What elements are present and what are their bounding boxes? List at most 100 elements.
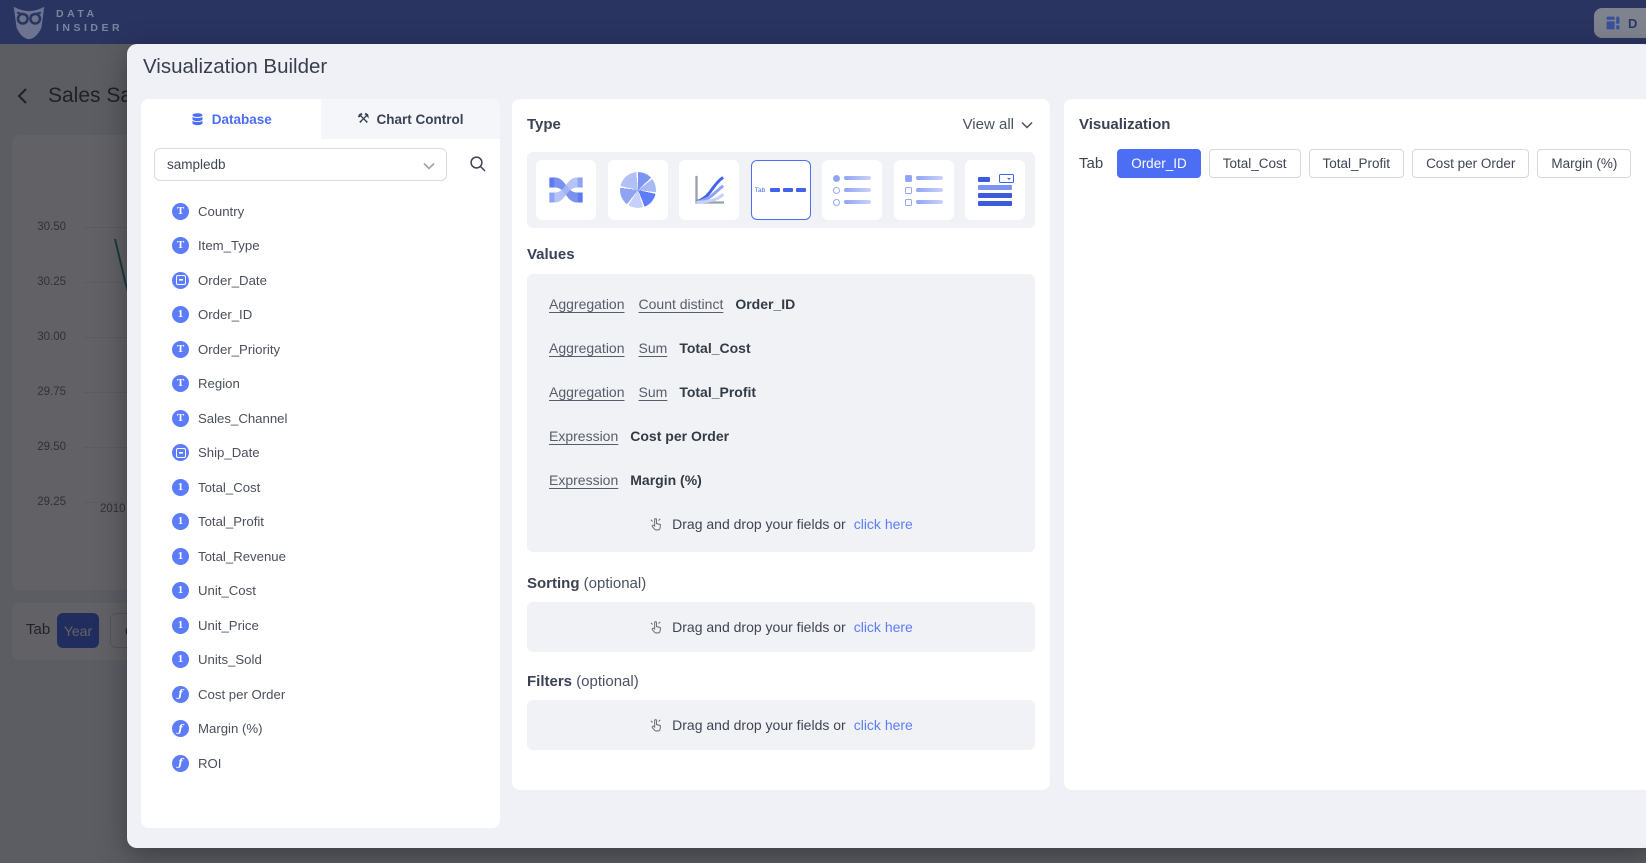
value-field-name: Cost per Order — [630, 428, 729, 444]
checkbox-list-icon — [905, 175, 943, 206]
type-radio-list-tile[interactable] — [822, 160, 882, 220]
drop-hint-text: Drag and drop your fields or — [672, 516, 846, 532]
drag-hand-icon — [649, 517, 664, 532]
value-row: Aggregation Count distinct Order_ID — [549, 282, 1035, 326]
viz-tab-button[interactable]: Cost per Order — [1412, 149, 1529, 178]
value-kind-link[interactable]: Aggregation — [549, 340, 625, 356]
field-type-icon — [172, 375, 189, 392]
type-sankey-tile[interactable] — [536, 160, 596, 220]
field-item[interactable]: Order_ID — [141, 298, 500, 333]
field-item[interactable]: Margin (%) — [141, 712, 500, 747]
field-item[interactable]: Order_Date — [141, 263, 500, 298]
field-name: Unit_Cost — [198, 583, 256, 598]
viz-tab-button[interactable]: Total_Profit — [1309, 149, 1405, 178]
field-item[interactable]: Item_Type — [141, 229, 500, 264]
type-line-tile[interactable] — [679, 160, 739, 220]
field-item[interactable]: Order_Priority — [141, 332, 500, 367]
value-function-link[interactable]: Sum — [639, 384, 668, 400]
field-name: Item_Type — [198, 238, 260, 253]
field-type-icon — [172, 548, 189, 565]
field-name: Margin (%) — [198, 721, 262, 736]
field-type-icon — [172, 479, 189, 496]
type-checkbox-list-tile[interactable] — [894, 160, 954, 220]
values-dropzone: Aggregation Count distinct Order_ID Aggr… — [527, 274, 1035, 552]
tab-database-label: Database — [212, 112, 272, 127]
value-field-name: Margin (%) — [630, 472, 702, 488]
field-type-icon — [172, 513, 189, 530]
tab-database[interactable]: Database — [141, 99, 321, 139]
value-function-link[interactable]: Count distinct — [639, 296, 724, 312]
tab-icon-text: Tab — [755, 187, 765, 194]
modal-title: Visualization Builder — [143, 55, 327, 79]
viz-tab-button[interactable]: Margin (%) — [1537, 149, 1631, 178]
value-row: Expression Cost per Order — [549, 414, 1035, 458]
field-name: Order_ID — [198, 307, 252, 322]
filters-dropzone: Drag and drop your fields or click here — [527, 700, 1035, 750]
owl-logo-icon — [8, 2, 50, 44]
field-type-icon — [172, 203, 189, 220]
dashboards-button[interactable]: D — [1594, 8, 1646, 38]
field-name: Region — [198, 376, 240, 391]
field-item[interactable]: Cost per Order — [141, 677, 500, 712]
value-kind-link[interactable]: Expression — [549, 428, 618, 444]
builder-panel: Type View all — [512, 99, 1050, 790]
filters-title-text: Filters — [527, 673, 572, 690]
dashboards-button-label: D — [1628, 16, 1637, 31]
database-icon — [190, 112, 205, 127]
sorting-section-title: Sorting (optional) — [527, 575, 646, 592]
value-kind-link[interactable]: Aggregation — [549, 384, 625, 400]
viz-tab-button[interactable]: Total_Cost — [1209, 149, 1301, 178]
field-type-icon — [172, 237, 189, 254]
sorting-click-here-link[interactable]: click here — [854, 619, 913, 635]
value-field-name: Total_Cost — [679, 340, 750, 356]
value-field-name: Order_ID — [735, 296, 795, 312]
line-chart-icon — [689, 170, 729, 210]
field-item[interactable]: Unit_Price — [141, 608, 500, 643]
chart-type-strip: Tab — [527, 152, 1035, 228]
values-click-here-link[interactable]: click here — [854, 516, 913, 532]
field-name: Ship_Date — [198, 445, 260, 460]
field-item[interactable]: Ship_Date — [141, 436, 500, 471]
field-type-icon — [172, 720, 189, 737]
drag-hand-icon — [649, 620, 664, 635]
field-item[interactable]: Region — [141, 367, 500, 402]
chevron-down-icon — [1021, 121, 1033, 129]
field-type-icon — [172, 341, 189, 358]
field-item[interactable]: Sales_Channel — [141, 401, 500, 436]
value-row: Aggregation Sum Total_Cost — [549, 326, 1035, 370]
field-item[interactable]: Country — [141, 194, 500, 229]
value-field-name: Total_Profit — [679, 384, 756, 400]
field-item[interactable]: Total_Cost — [141, 470, 500, 505]
values-drop-hint: Drag and drop your fields or click here — [527, 516, 1035, 532]
tab-widget-icon: Tab — [755, 187, 806, 194]
chevron-down-icon — [423, 162, 435, 170]
value-function-link[interactable]: Sum — [639, 340, 668, 356]
field-item[interactable]: Unit_Cost — [141, 574, 500, 609]
field-type-icon — [172, 444, 189, 461]
database-select[interactable]: sampledb — [154, 148, 447, 181]
search-button[interactable] — [469, 155, 487, 176]
field-item[interactable]: ROI — [141, 746, 500, 781]
value-row: Aggregation Sum Total_Profit — [549, 370, 1035, 414]
field-name: Country — [198, 204, 244, 219]
filters-click-here-link[interactable]: click here — [854, 717, 913, 733]
values-section-title: Values — [527, 246, 575, 263]
value-kind-link[interactable]: Aggregation — [549, 296, 625, 312]
field-item[interactable]: Total_Profit — [141, 505, 500, 540]
sorting-dropzone: Drag and drop your fields or click here — [527, 602, 1035, 652]
tools-icon: ⚒ — [357, 111, 370, 127]
field-item[interactable]: Total_Revenue — [141, 539, 500, 574]
type-table-tile[interactable] — [965, 160, 1025, 220]
view-all-button[interactable]: View all — [963, 116, 1033, 133]
value-kind-link[interactable]: Expression — [549, 472, 618, 488]
search-icon — [469, 155, 487, 173]
type-pie-tile[interactable] — [608, 160, 668, 220]
field-item[interactable]: Units_Sold — [141, 643, 500, 678]
type-tab-tile[interactable]: Tab — [751, 160, 811, 220]
viz-tab-button[interactable]: Order_ID — [1117, 149, 1201, 178]
viz-tab-label: Tab — [1079, 155, 1103, 172]
tab-chart-control[interactable]: ⚒ Chart Control — [321, 99, 501, 139]
visualization-tab-row: Tab Order_ID Total_Cost Total_ProfitCost p… — [1079, 149, 1631, 178]
left-panel: Database ⚒ Chart Control sampledb — [141, 99, 500, 828]
table-icon — [978, 174, 1012, 206]
